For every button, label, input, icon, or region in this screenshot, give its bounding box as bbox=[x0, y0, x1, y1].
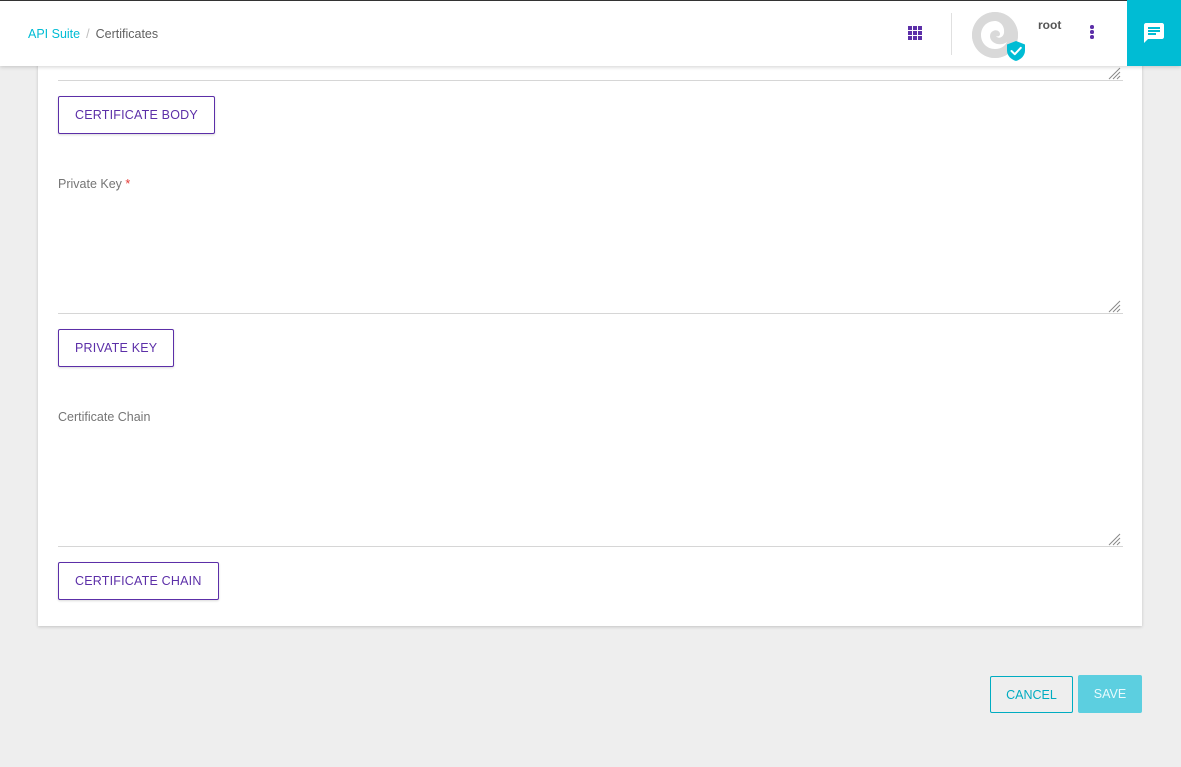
private-key-label: Private Key * bbox=[58, 177, 130, 191]
resize-handle-icon[interactable] bbox=[1107, 299, 1121, 313]
apps-grid-icon[interactable] bbox=[908, 26, 922, 40]
chat-message-icon bbox=[1144, 23, 1164, 43]
header-divider bbox=[951, 13, 952, 55]
more-vertical-icon[interactable] bbox=[1088, 25, 1096, 41]
required-marker: * bbox=[125, 177, 131, 191]
breadcrumb: API Suite / Certificates bbox=[28, 27, 158, 41]
certificate-chain-underline bbox=[58, 546, 1123, 547]
private-key-textarea[interactable] bbox=[58, 200, 1123, 310]
certificate-body-underline bbox=[58, 80, 1123, 81]
verified-shield-icon bbox=[1007, 41, 1025, 61]
breadcrumb-separator: / bbox=[86, 27, 90, 41]
breadcrumb-api-suite-link[interactable]: API Suite bbox=[28, 27, 80, 41]
private-key-underline bbox=[58, 313, 1123, 314]
username[interactable]: root bbox=[1038, 18, 1061, 32]
certificate-chain-label: Certificate Chain bbox=[58, 410, 151, 424]
breadcrumb-current-page: Certificates bbox=[95, 27, 159, 41]
certificate-form-card: CERTIFICATE BODY Private Key * PRIVATE K… bbox=[38, 40, 1142, 626]
private-key-upload-button[interactable]: PRIVATE KEY bbox=[58, 329, 175, 367]
certificate-body-upload-button[interactable]: CERTIFICATE BODY bbox=[58, 96, 215, 134]
certificate-chain-upload-button[interactable]: CERTIFICATE CHAIN bbox=[58, 562, 219, 600]
chat-button[interactable] bbox=[1127, 0, 1181, 66]
resize-handle-icon[interactable] bbox=[1107, 532, 1121, 546]
save-button[interactable]: SAVE bbox=[1078, 675, 1142, 713]
cancel-button[interactable]: CANCEL bbox=[990, 676, 1073, 713]
top-app-bar: API Suite / Certificates root bbox=[0, 0, 1181, 66]
resize-handle-icon[interactable] bbox=[1107, 66, 1121, 80]
certificate-chain-textarea[interactable] bbox=[58, 433, 1123, 543]
private-key-label-text: Private Key bbox=[58, 177, 122, 191]
